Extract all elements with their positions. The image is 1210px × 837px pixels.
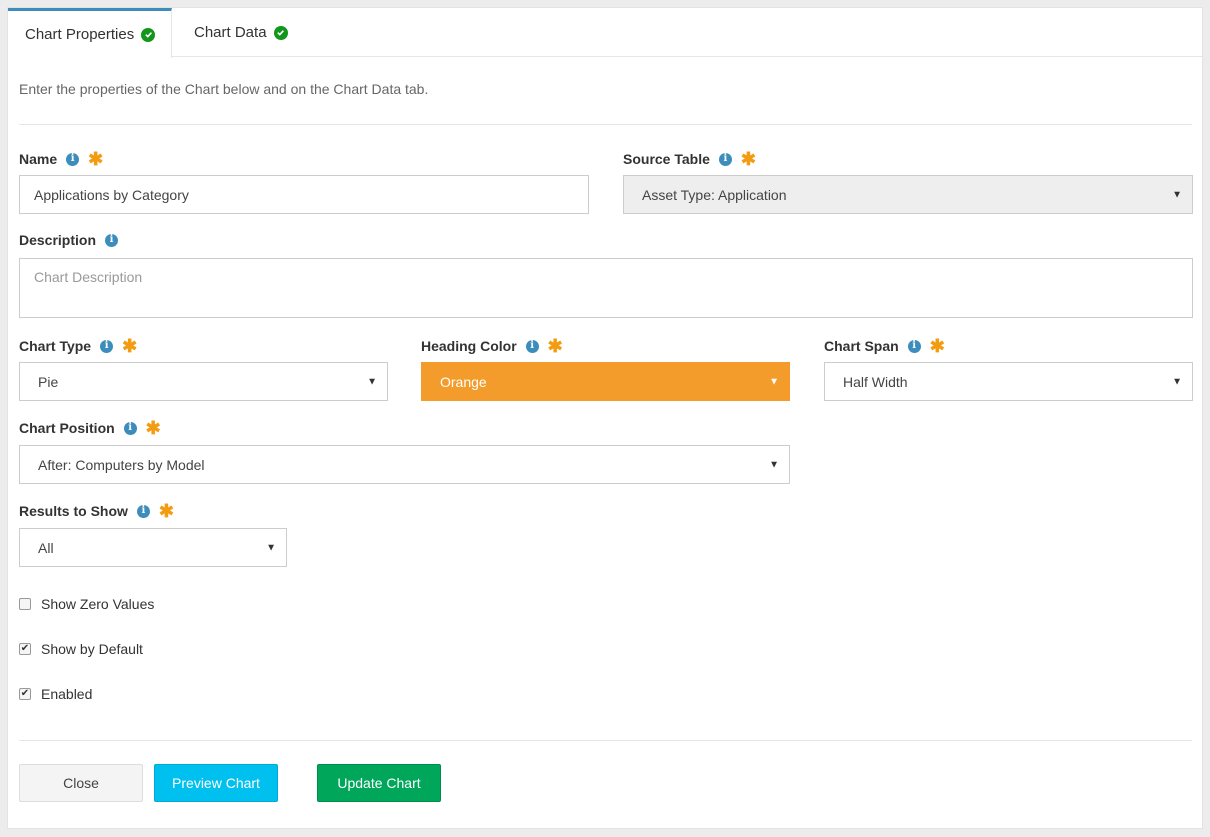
close-button[interactable]: Close [19,764,143,802]
asterisk-icon: ✱ [547,336,563,356]
update-chart-button[interactable]: Update Chart [317,764,441,802]
heading-color-select[interactable]: Orange ▼ [421,362,790,401]
asterisk-icon: ✱ [740,149,756,169]
tab-bar: Chart Properties Chart Data [8,8,1202,58]
results-to-show-select[interactable]: All ▼ [19,528,287,567]
heading-color-label: Heading Color i ✱ [421,337,563,355]
chart-span-value: Half Width [843,373,908,390]
show-zero-values-option[interactable]: Show Zero Values [19,596,154,612]
tab-chart-data[interactable]: Chart Data [194,8,288,57]
results-to-show-label-text: Results to Show [19,503,128,519]
chart-type-select[interactable]: Pie ▼ [19,362,388,401]
intro-text: Enter the properties of the Chart below … [19,81,429,97]
info-icon[interactable]: i [100,339,114,353]
checkbox-label: Enabled [41,686,93,702]
description-textarea[interactable]: Chart Description [19,258,1193,318]
chart-type-label-text: Chart Type [19,338,92,354]
name-label-text: Name [19,151,58,167]
chart-span-label: Chart Span i ✱ [824,337,945,355]
source-table-label: Source Table i ✱ [623,150,756,168]
chart-position-label: Chart Position i ✱ [19,419,161,437]
show-by-default-option[interactable]: ✔ Show by Default [19,641,143,657]
chart-position-value: After: Computers by Model [38,456,205,473]
info-icon[interactable]: i [105,233,119,247]
asterisk-icon: ✱ [158,501,174,521]
info-icon[interactable]: i [123,421,137,435]
results-to-show-value: All [38,539,54,556]
heading-color-value: Orange [440,373,487,390]
chart-type-label: Chart Type i ✱ [19,337,137,355]
source-table-select[interactable]: Asset Type: Application ▼ [623,175,1193,214]
description-label: Description i [19,232,119,248]
check-circle-icon [141,27,156,42]
checkbox-label: Show Zero Values [41,596,155,612]
divider [19,124,1192,125]
enabled-option[interactable]: ✔ Enabled [19,686,92,702]
chart-span-select[interactable]: Half Width ▼ [824,362,1193,401]
tab-chart-properties[interactable]: Chart Properties [8,8,173,58]
caret-down-icon: ▼ [769,376,779,387]
info-icon[interactable]: i [907,339,921,353]
name-label: Name i ✱ [19,150,103,168]
source-table-label-text: Source Table [623,151,710,167]
asterisk-icon: ✱ [145,418,161,438]
info-icon[interactable]: i [136,504,150,518]
chart-position-select[interactable]: After: Computers by Model ▼ [19,445,790,484]
check-circle-icon [273,25,288,40]
tab-label: Chart Data [194,24,267,41]
chart-properties-panel: Chart Properties Chart Data Enter the pr… [7,7,1203,829]
source-table-value: Asset Type: Application [642,186,787,203]
show-by-default-checkbox[interactable]: ✔ [19,643,31,655]
caret-down-icon: ▼ [769,459,779,470]
chart-position-label-text: Chart Position [19,420,115,436]
tab-label: Chart Properties [25,26,135,43]
info-icon[interactable]: i [525,339,539,353]
show-zero-values-checkbox[interactable] [19,598,31,610]
enabled-checkbox[interactable]: ✔ [19,688,31,700]
heading-color-label-text: Heading Color [421,338,517,354]
asterisk-icon: ✱ [929,336,945,356]
description-label-text: Description [19,232,97,248]
chart-span-label-text: Chart Span [824,338,899,354]
caret-down-icon: ▼ [1172,189,1182,200]
results-to-show-label: Results to Show i ✱ [19,502,174,520]
asterisk-icon: ✱ [88,149,104,169]
caret-down-icon: ▼ [1172,376,1182,387]
preview-chart-button[interactable]: Preview Chart [154,764,278,802]
caret-down-icon: ▼ [266,542,276,553]
info-icon[interactable]: i [66,152,80,166]
asterisk-icon: ✱ [122,336,138,356]
divider [19,740,1192,741]
name-input[interactable]: Applications by Category [19,175,589,214]
checkbox-label: Show by Default [41,641,143,657]
chart-type-value: Pie [38,373,59,390]
info-icon[interactable]: i [718,152,732,166]
caret-down-icon: ▼ [367,376,377,387]
